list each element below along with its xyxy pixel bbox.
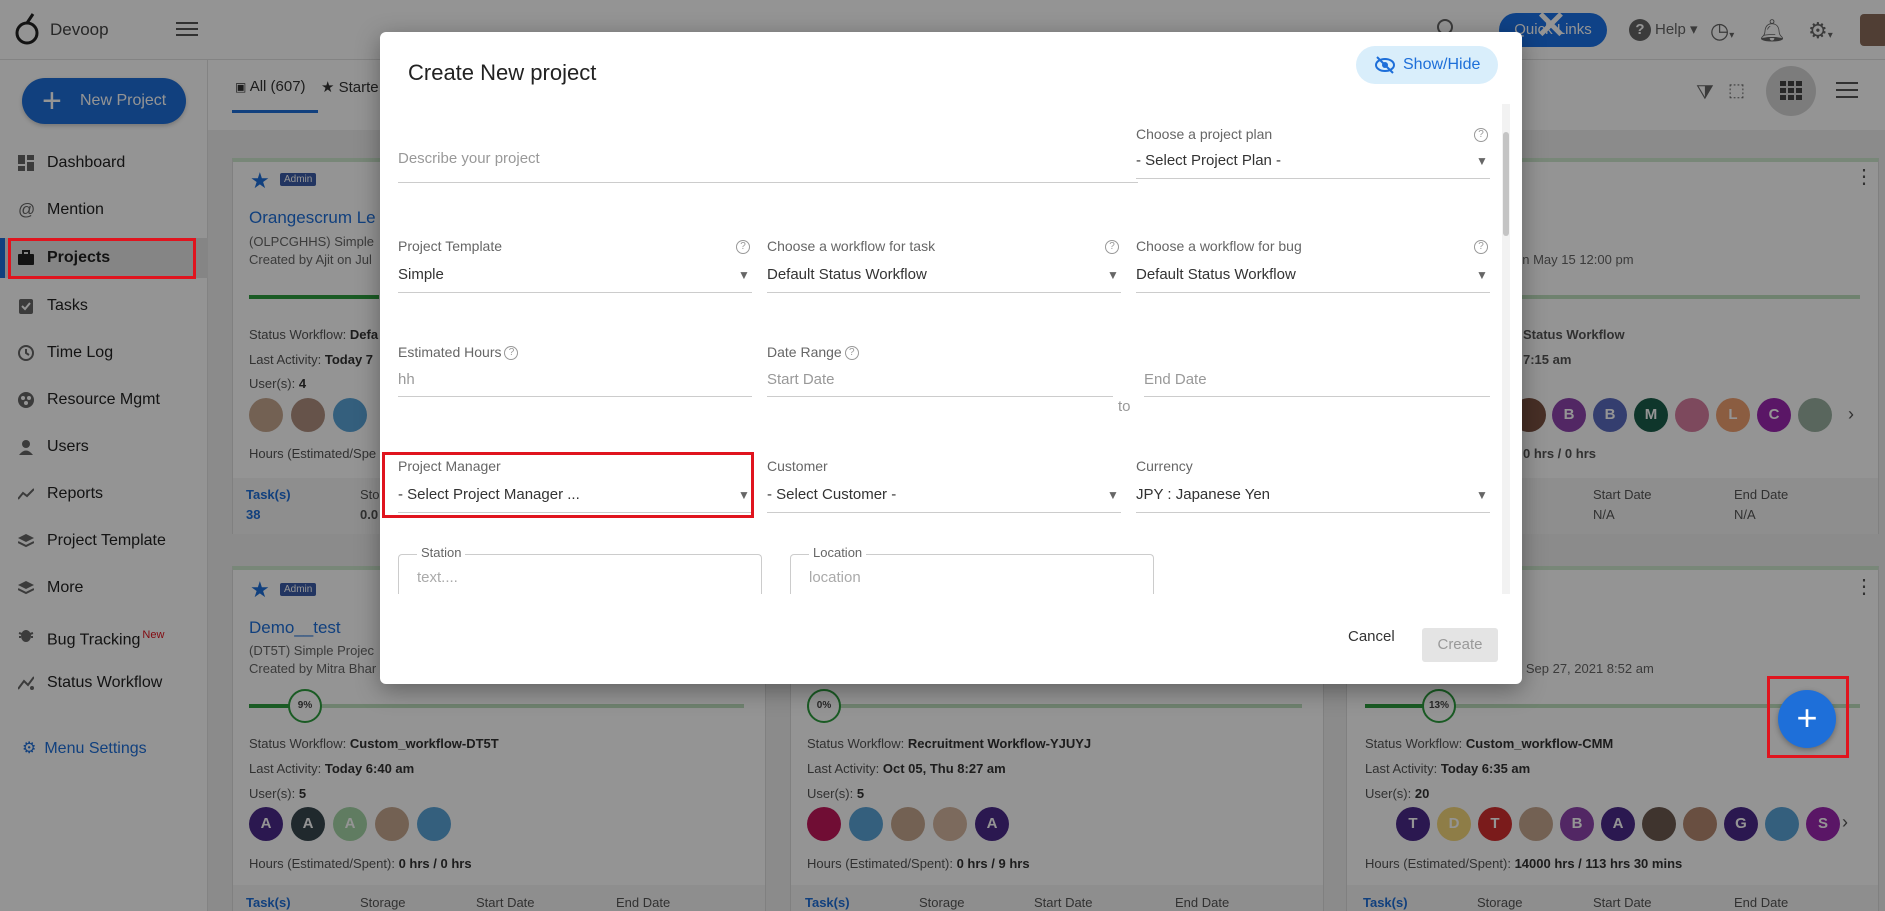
create-button[interactable]: Create bbox=[1422, 628, 1498, 662]
show-hide-button[interactable]: Show/Hide bbox=[1356, 46, 1498, 84]
estimated-hours-input[interactable]: hh bbox=[398, 371, 415, 388]
date-range-separator: to bbox=[1118, 398, 1131, 415]
start-date-field[interactable]: Date Range? Start Date bbox=[767, 344, 1113, 404]
scrollbar-thumb[interactable] bbox=[1503, 132, 1509, 236]
station-field[interactable]: Station text.... bbox=[398, 545, 762, 594]
modal-title: Create New project bbox=[408, 60, 597, 85]
location-label: Location bbox=[809, 545, 867, 560]
show-hide-label: Show/Hide bbox=[1403, 56, 1481, 73]
help-icon[interactable]: ? bbox=[1105, 240, 1119, 254]
bug-workflow-select[interactable]: Choose a workflow for bug ? Default Stat… bbox=[1136, 238, 1490, 298]
customer-select[interactable]: Customer - Select Customer - ▼ bbox=[767, 458, 1121, 518]
description-input[interactable]: Describe your project bbox=[398, 150, 540, 167]
date-range-label: Date Range? bbox=[767, 344, 859, 361]
customer-label: Customer bbox=[767, 458, 828, 474]
dropdown-arrow-icon[interactable]: ▼ bbox=[738, 268, 750, 282]
dropdown-arrow-icon[interactable]: ▼ bbox=[1107, 268, 1119, 282]
help-icon[interactable]: ? bbox=[1474, 240, 1488, 254]
customer-value[interactable]: - Select Customer - bbox=[767, 486, 896, 503]
project-description-field[interactable]: Describe your project bbox=[398, 150, 1138, 196]
dropdown-arrow-icon[interactable]: ▼ bbox=[1476, 488, 1488, 502]
help-icon[interactable]: ? bbox=[736, 240, 750, 254]
create-project-modal: Create New project Show/Hide Describe yo… bbox=[380, 32, 1522, 684]
bug-workflow-label: Choose a workflow for bug bbox=[1136, 238, 1302, 254]
project-plan-select[interactable]: Choose a project plan ? - Select Project… bbox=[1136, 126, 1490, 186]
eye-off-icon bbox=[1375, 56, 1395, 74]
help-icon[interactable]: ? bbox=[844, 346, 859, 361]
estimated-hours-field[interactable]: Estimated Hours? hh bbox=[398, 344, 752, 404]
currency-value[interactable]: JPY : Japanese Yen bbox=[1136, 486, 1270, 503]
location-input[interactable]: location bbox=[809, 569, 861, 586]
end-date-input[interactable]: End Date bbox=[1144, 371, 1207, 388]
dropdown-arrow-icon[interactable]: ▼ bbox=[1476, 154, 1488, 168]
project-template-select[interactable]: Project Template ? Simple ▼ bbox=[398, 238, 752, 298]
station-label: Station bbox=[417, 545, 466, 560]
start-date-input[interactable]: Start Date bbox=[767, 371, 835, 388]
help-icon[interactable]: ? bbox=[504, 346, 519, 361]
currency-select[interactable]: Currency JPY : Japanese Yen ▼ bbox=[1136, 458, 1490, 518]
currency-label: Currency bbox=[1136, 458, 1193, 474]
cancel-button[interactable]: Cancel bbox=[1348, 628, 1395, 645]
task-workflow-select[interactable]: Choose a workflow for task ? Default Sta… bbox=[767, 238, 1121, 298]
location-field[interactable]: Location location bbox=[790, 545, 1154, 594]
dropdown-arrow-icon[interactable]: ▼ bbox=[1107, 488, 1119, 502]
dropdown-arrow-icon[interactable]: ▼ bbox=[1476, 268, 1488, 282]
highlight-box bbox=[8, 238, 196, 279]
highlight-box bbox=[382, 452, 754, 518]
task-workflow-value[interactable]: Default Status Workflow bbox=[767, 266, 927, 283]
project-plan-value[interactable]: - Select Project Plan - bbox=[1136, 152, 1281, 169]
highlight-box bbox=[1767, 676, 1849, 758]
end-date-field[interactable]: End Date bbox=[1144, 344, 1490, 404]
bug-workflow-value[interactable]: Default Status Workflow bbox=[1136, 266, 1296, 283]
project-plan-label: Choose a project plan bbox=[1136, 126, 1273, 142]
station-input[interactable]: text.... bbox=[417, 569, 458, 586]
task-workflow-label: Choose a workflow for task bbox=[767, 238, 936, 254]
estimated-hours-label: Estimated Hours? bbox=[398, 344, 519, 361]
project-template-label: Project Template bbox=[398, 238, 503, 254]
help-icon[interactable]: ? bbox=[1474, 128, 1488, 142]
project-template-value[interactable]: Simple bbox=[398, 266, 444, 283]
